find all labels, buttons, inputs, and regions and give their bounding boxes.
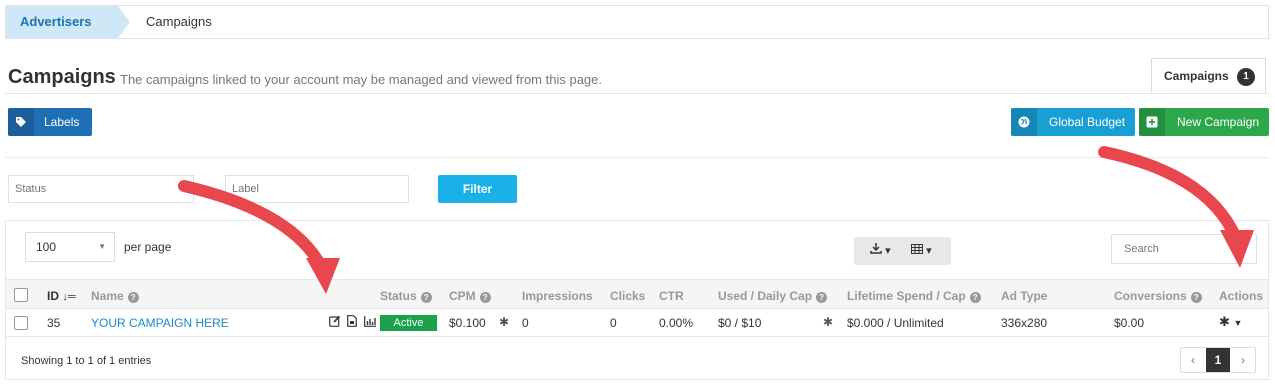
entries-info: Showing 1 to 1 of 1 entries bbox=[21, 355, 152, 367]
col-lifetime-spend[interactable]: Lifetime Spend / Cap? bbox=[847, 289, 981, 303]
tab-campaigns[interactable]: Campaigns 1 bbox=[1151, 58, 1266, 94]
help-icon: ? bbox=[816, 292, 828, 303]
help-icon: ? bbox=[969, 292, 981, 303]
table-tools: ▾ ▾ bbox=[854, 237, 951, 265]
grid-icon bbox=[911, 244, 926, 257]
table-search-input[interactable] bbox=[1111, 234, 1257, 264]
actions-dropdown[interactable]: ✱ ▼ bbox=[1219, 314, 1242, 330]
cell-id: 35 bbox=[47, 316, 61, 330]
col-name[interactable]: Name? bbox=[91, 289, 139, 303]
help-icon: ? bbox=[420, 292, 432, 303]
cell-clicks: 0 bbox=[610, 316, 617, 330]
col-conversions[interactable]: Conversions? bbox=[1114, 289, 1202, 303]
col-actions: Actions bbox=[1219, 289, 1264, 303]
gear-icon[interactable]: ✱ bbox=[823, 315, 833, 329]
export-button[interactable]: ▾ bbox=[870, 237, 891, 265]
tags-icon bbox=[8, 108, 34, 136]
breadcrumb-arrow bbox=[118, 6, 130, 38]
select-all-checkbox[interactable] bbox=[14, 288, 28, 302]
cell-lifetime-spend: $0.000 / Unlimited bbox=[847, 316, 944, 330]
prev-page-button[interactable]: ‹ bbox=[1181, 348, 1205, 372]
gear-icon[interactable]: ✱ bbox=[499, 315, 509, 329]
next-page-button[interactable]: › bbox=[1231, 348, 1255, 372]
help-icon: ? bbox=[479, 292, 491, 303]
labels-button-label: Labels bbox=[44, 115, 80, 129]
status-filter-input[interactable] bbox=[8, 175, 194, 203]
caret-down-icon: ▼ bbox=[1233, 318, 1243, 328]
breadcrumb-advertisers[interactable]: Advertisers bbox=[6, 6, 118, 38]
header-divider bbox=[5, 93, 1269, 94]
global-budget-button[interactable]: Global Budget bbox=[1011, 108, 1135, 136]
page-title: Campaigns bbox=[8, 66, 116, 88]
col-cpm[interactable]: CPM? bbox=[449, 289, 491, 303]
cell-used-daily-cap: $0 / $10 bbox=[718, 316, 762, 330]
plus-square-icon bbox=[1139, 108, 1165, 136]
cell-ctr: 0.00% bbox=[659, 316, 694, 330]
global-budget-label: Global Budget bbox=[1049, 115, 1126, 129]
cell-impressions: 0 bbox=[522, 316, 529, 330]
caret-down-icon: ▼ bbox=[98, 242, 106, 251]
chart-icon[interactable] bbox=[363, 315, 376, 330]
new-campaign-label: New Campaign bbox=[1177, 115, 1260, 129]
breadcrumb: Advertisers Campaigns bbox=[5, 5, 1269, 39]
col-used-daily-cap[interactable]: Used / Daily Cap? bbox=[718, 289, 828, 303]
tab-campaigns-count: 1 bbox=[1237, 68, 1255, 86]
globe-icon bbox=[1011, 108, 1037, 136]
new-campaign-button[interactable]: New Campaign bbox=[1139, 108, 1269, 136]
edit-icon[interactable] bbox=[329, 315, 341, 330]
col-ctr[interactable]: CTR bbox=[659, 289, 684, 303]
status-badge: Active bbox=[380, 315, 437, 331]
help-icon: ? bbox=[127, 292, 139, 303]
table-header: ID ↓═ Name? Status? CPM? Impressions Cli… bbox=[6, 279, 1268, 309]
per-page-text: per page bbox=[124, 240, 172, 254]
row-tools bbox=[329, 315, 379, 330]
labels-button[interactable]: Labels bbox=[8, 108, 92, 136]
cell-ad-type: 336x280 bbox=[1001, 316, 1048, 330]
row-checkbox[interactable] bbox=[14, 316, 28, 330]
campaigns-table-panel: 100 ▼ per page ▾ ▾ ID ↓═ Name? Status? C… bbox=[5, 220, 1269, 380]
toolbar-divider bbox=[5, 157, 1269, 158]
table-row: 35 YOUR CAMPAIGN HERE Active $0.100 ✱ 0 … bbox=[6, 309, 1268, 337]
col-clicks[interactable]: Clicks bbox=[610, 289, 645, 303]
tab-campaigns-label: Campaigns bbox=[1164, 69, 1229, 83]
per-page-select[interactable]: 100 ▼ bbox=[25, 232, 115, 262]
columns-button[interactable]: ▾ bbox=[911, 237, 932, 265]
campaign-name-link[interactable]: YOUR CAMPAIGN HERE bbox=[91, 316, 229, 330]
cell-conversions: $0.00 bbox=[1114, 316, 1145, 330]
page-number[interactable]: 1 bbox=[1206, 348, 1230, 372]
label-filter-input[interactable] bbox=[225, 175, 409, 203]
pagination: ‹ 1 › bbox=[1180, 347, 1256, 373]
per-page-value: 100 bbox=[36, 240, 57, 254]
cell-cpm: $0.100 bbox=[449, 316, 486, 330]
asterisk-icon: ✱ bbox=[1219, 314, 1230, 329]
file-icon[interactable] bbox=[347, 315, 358, 330]
col-status[interactable]: Status? bbox=[380, 289, 432, 303]
help-icon: ? bbox=[1190, 292, 1202, 303]
col-id[interactable]: ID ↓═ bbox=[47, 289, 76, 303]
download-icon bbox=[870, 243, 885, 257]
breadcrumb-campaigns: Campaigns bbox=[146, 14, 212, 29]
col-impressions[interactable]: Impressions bbox=[522, 289, 593, 303]
col-ad-type[interactable]: Ad Type bbox=[1001, 289, 1047, 303]
sort-icon: ↓═ bbox=[62, 291, 76, 303]
filter-button[interactable]: Filter bbox=[438, 175, 517, 203]
page-subtitle: The campaigns linked to your account may… bbox=[120, 72, 602, 87]
